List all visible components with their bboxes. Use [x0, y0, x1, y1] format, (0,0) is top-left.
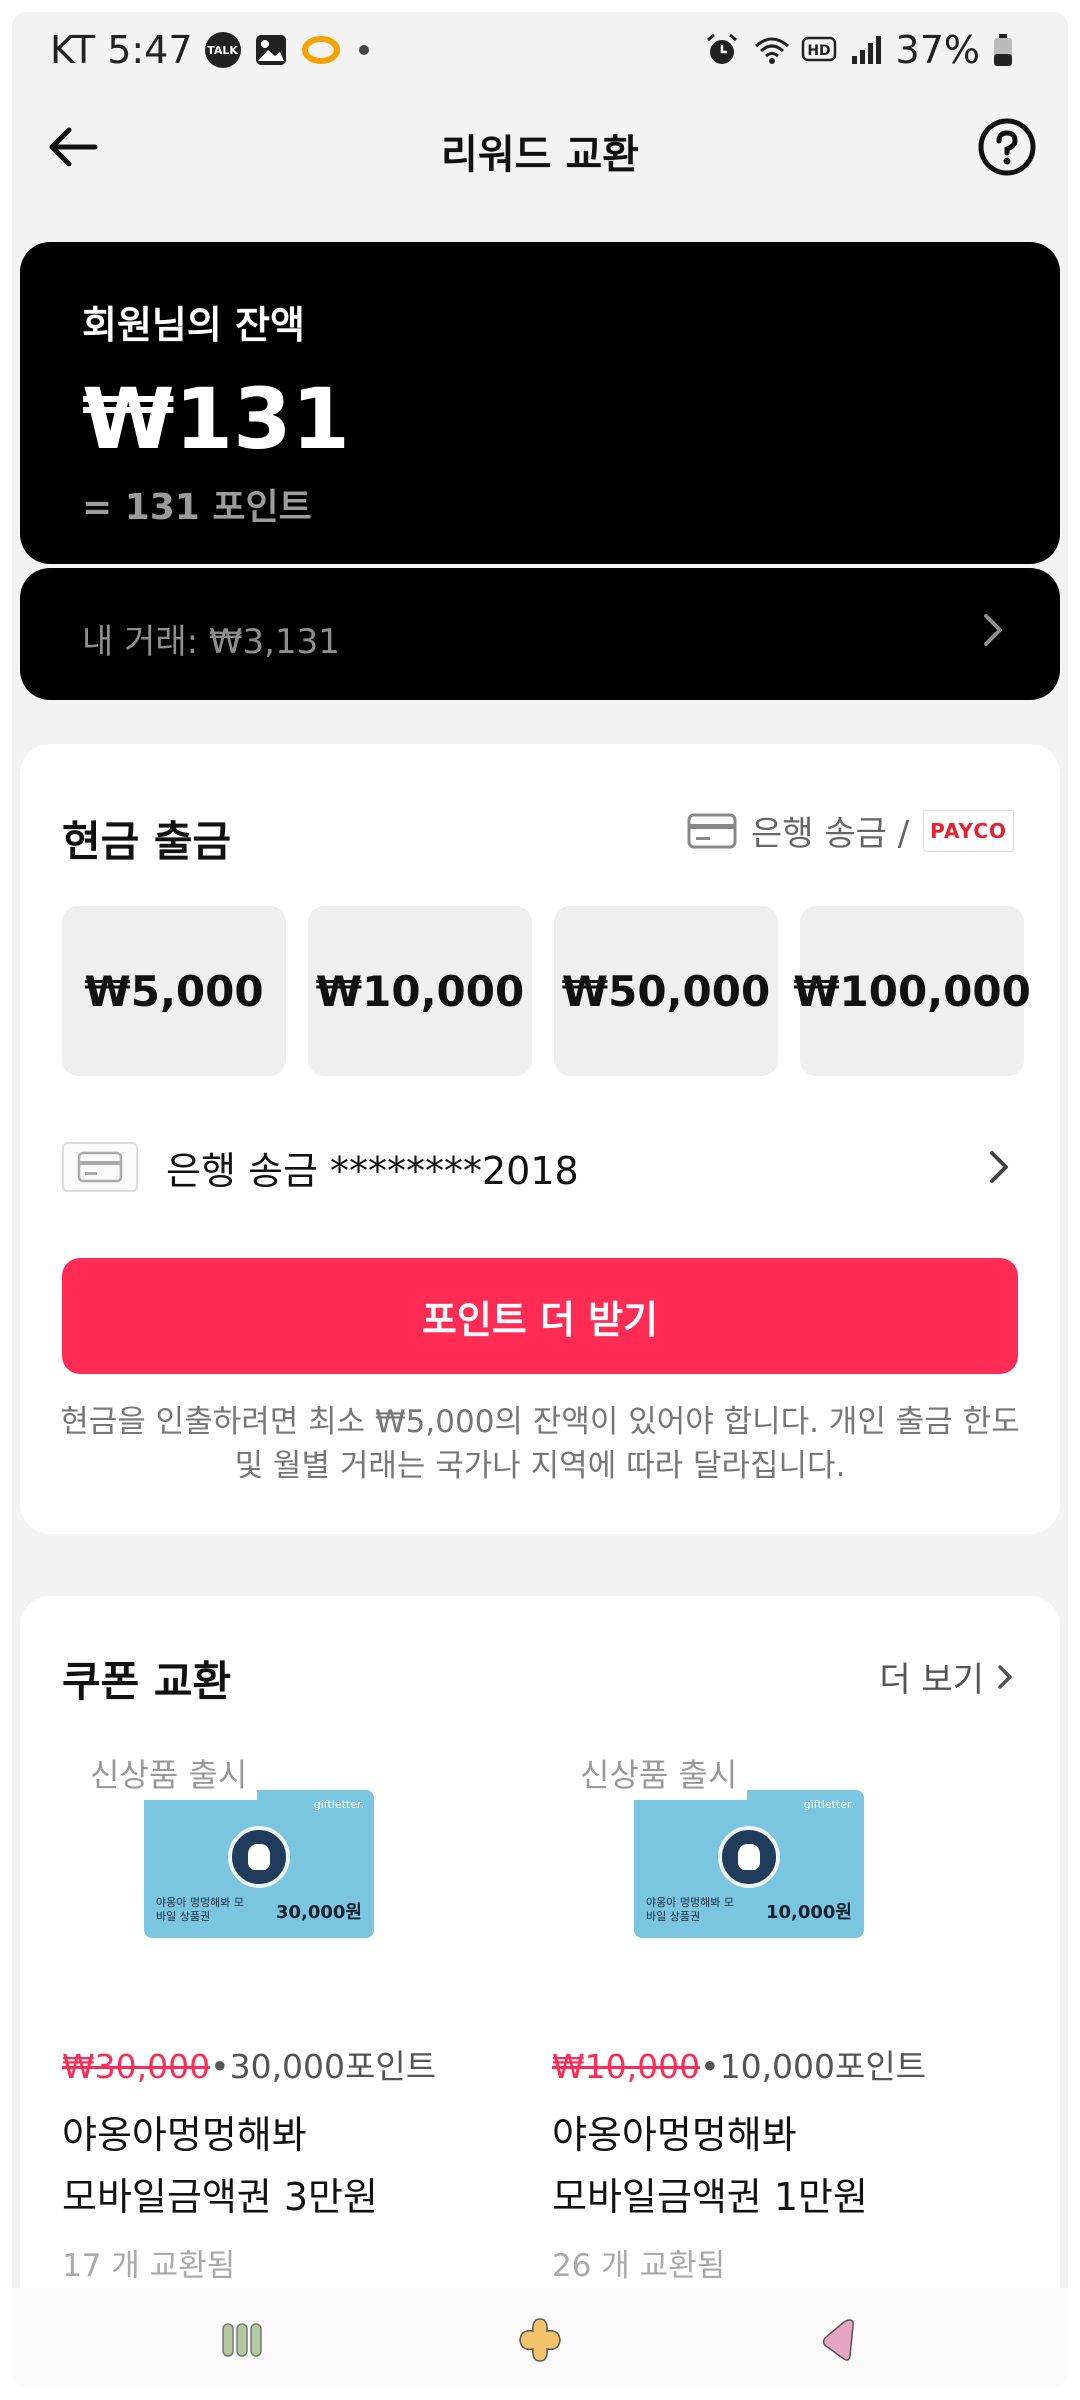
- gift-card-image: giftletter. 야옹아 멍멍해봐 모바일 상품권 30,000원: [144, 1790, 374, 1938]
- help-icon: [978, 118, 1036, 176]
- bank-card-icon: [62, 1142, 138, 1192]
- new-badge: 신상품 출시: [82, 1750, 258, 1800]
- brand-seal-icon: [228, 1826, 290, 1888]
- svg-text:HD: HD: [807, 43, 830, 59]
- cash-title: 현금 출금: [62, 817, 232, 866]
- coupon-name-line1: 야옹아멍멍해봐: [552, 2113, 797, 2157]
- exchange-count: 26 개 교환됨: [552, 2248, 726, 2284]
- status-bar: KT 5:47 TALK HD 37%: [12, 12, 1068, 84]
- coupon-title: 쿠폰 교환: [62, 1657, 232, 1706]
- app-notification-icon: [301, 32, 340, 68]
- amount-option[interactable]: ₩10,000: [308, 906, 532, 1076]
- carrier: KT: [50, 28, 96, 72]
- hd-voice-icon: HD: [800, 32, 836, 68]
- home-icon: [519, 2318, 561, 2362]
- status-left: KT 5:47 TALK: [50, 28, 369, 72]
- recent-apps-button[interactable]: [212, 2310, 272, 2370]
- payco-logo: PAYCO: [923, 809, 1014, 852]
- get-more-points-button[interactable]: 포인트 더 받기: [62, 1258, 1018, 1374]
- transactions-row[interactable]: 내 거래: ₩3,131: [20, 568, 1060, 700]
- bank-card-icon: [687, 813, 737, 848]
- system-nav-bar: [12, 2288, 1068, 2388]
- balance-points: = 131 포인트: [82, 487, 312, 528]
- brand-seal-icon: [718, 1826, 780, 1888]
- coupon-name: 야옹아멍멍해봐 모바일금액권 3만원: [62, 2104, 522, 2228]
- gift-card-name: 야옹아 멍멍해봐 모바일 상품권: [646, 1896, 734, 1923]
- gift-card-value: 30,000원: [275, 1902, 362, 1923]
- coupon-section: 쿠폰 교환 더 보기 신상품 출시 giftletter. 야옹아 멍멍해봐 모…: [20, 1596, 1060, 2316]
- balance-card: 회원님의 잔액 ₩131 = 131 포인트: [20, 242, 1060, 564]
- page-title: 리워드 교환: [441, 132, 639, 178]
- coupon-name-line2: 모바일금액권 3만원: [62, 2175, 378, 2219]
- gift-brand: giftletter.: [803, 1798, 854, 1811]
- chevron-right-icon: [984, 614, 1002, 646]
- method-label: 은행 송금 /: [750, 814, 910, 854]
- see-more-link[interactable]: 더 보기: [879, 1652, 1018, 1701]
- exchange-count: 17 개 교환됨: [62, 2248, 236, 2284]
- coupon-name-line1: 야옹아멍멍해봐: [62, 2113, 307, 2157]
- amount-option[interactable]: ₩50,000: [554, 906, 778, 1076]
- new-badge: 신상품 출시: [572, 1750, 748, 1800]
- kakaotalk-icon: TALK: [204, 32, 241, 68]
- price-row: ₩30,000•30,000포인트: [62, 2040, 436, 2088]
- help-button[interactable]: [972, 112, 1042, 182]
- bank-account-label: 은행 송금 ********2018: [166, 1148, 579, 1193]
- gift-card-name: 야옹아 멍멍해봐 모바일 상품권: [156, 1896, 244, 1923]
- chevron-right-icon: [990, 1151, 1008, 1183]
- status-right: HD 37%: [704, 28, 1028, 72]
- home-button[interactable]: [510, 2310, 570, 2370]
- battery-icon: [992, 32, 1028, 68]
- header: 리워드 교환: [12, 92, 1068, 202]
- gallery-icon: [253, 32, 289, 68]
- gift-card-image: giftletter. 야옹아 멍멍해봐 모바일 상품권 10,000원: [634, 1790, 864, 1938]
- original-price: ₩30,000: [62, 2047, 211, 2086]
- balance-amount: ₩131: [82, 370, 350, 468]
- amount-option[interactable]: ₩5,000: [62, 906, 286, 1076]
- coupon-name: 야옹아멍멍해봐 모바일금액권 1만원: [552, 2104, 1012, 2228]
- more-notifications-icon: [358, 45, 369, 55]
- signal-icon: [848, 32, 884, 68]
- see-more-label: 더 보기: [879, 1660, 984, 1700]
- recent-apps-icon: [222, 2323, 262, 2357]
- gift-brand: giftletter.: [313, 1798, 364, 1811]
- screen: KT 5:47 TALK HD 37% 리워드 교환 회원님의 잔액 ₩131 …: [12, 12, 1068, 2388]
- back-icon: [822, 2319, 854, 2361]
- original-price: ₩10,000: [552, 2047, 701, 2086]
- withdrawal-notice: 현금을 인출하려면 최소 ₩5,000의 잔액이 있어야 합니다. 개인 출금 …: [60, 1404, 1020, 1484]
- transactions-label: 내 거래: ₩3,131: [82, 622, 340, 662]
- alarm-icon: [704, 32, 740, 68]
- cash-withdrawal-section: 현금 출금 은행 송금 / PAYCO ₩5,000 ₩10,000 ₩50,0…: [20, 744, 1060, 1534]
- amount-options: ₩5,000 ₩10,000 ₩50,000 ₩100,000: [62, 906, 1031, 1076]
- point-price: •10,000포인트: [700, 2047, 927, 2086]
- price-row: ₩10,000•10,000포인트: [552, 2040, 926, 2088]
- time: 5:47: [107, 28, 193, 72]
- balance-label: 회원님의 잔액: [82, 303, 305, 347]
- coupon-name-line2: 모바일금액권 1만원: [552, 2175, 868, 2219]
- battery-percent: 37%: [895, 28, 980, 72]
- amount-option[interactable]: ₩100,000: [793, 906, 1031, 1076]
- wifi-icon: [752, 32, 789, 68]
- bank-account-row[interactable]: 은행 송금 ********2018: [62, 1132, 1018, 1202]
- chevron-right-icon: [998, 1664, 1012, 1689]
- withdrawal-method[interactable]: 은행 송금 / PAYCO: [687, 806, 1014, 855]
- gift-card-value: 10,000원: [765, 1902, 852, 1923]
- back-nav-button[interactable]: [808, 2310, 868, 2370]
- point-price: •30,000포인트: [210, 2047, 437, 2086]
